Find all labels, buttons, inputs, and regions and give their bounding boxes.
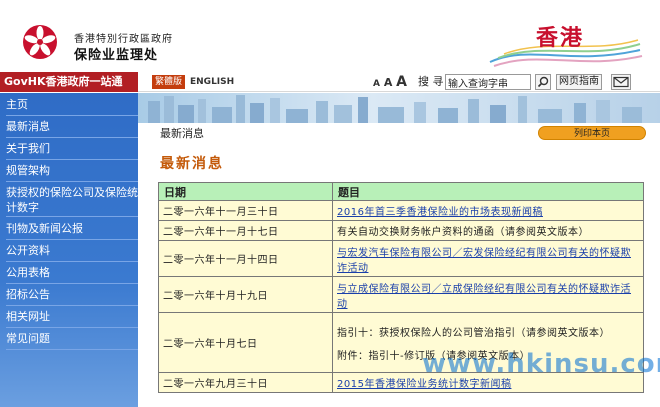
font-size-controls: A A A: [373, 72, 407, 94]
sidebar-item-faq[interactable]: 常见问题: [6, 329, 138, 350]
sidebar-nav: 主页 最新消息 关于我们 规管架构 获授权的保险公司及保险统计数字 刊物及新闻公…: [0, 93, 138, 407]
watermark-text: www.hkinsu.com: [422, 349, 660, 379]
brand-logo-text: 香港: [536, 25, 585, 51]
news-link[interactable]: 2015年香港保险业务统计数字新闻稿: [337, 379, 511, 390]
font-large-button[interactable]: A: [396, 74, 407, 90]
search-button[interactable]: [535, 74, 551, 90]
sidebar-item-home[interactable]: 主页: [6, 95, 138, 116]
search-icon: [537, 76, 549, 88]
row-subject: 与宏发汽车保险有限公司／宏发保险经纪有限公司有关的怀疑欺诈活动: [332, 240, 644, 277]
col-header-subject: 题目: [332, 182, 644, 201]
row-date: 二零一六年九月三十日: [158, 372, 333, 393]
row-date: 二零一六年十一月十七日: [158, 220, 333, 241]
news-link[interactable]: 与宏发汽车保险有限公司／宏发保险经纪有限公司有关的怀疑欺诈活动: [337, 248, 631, 274]
skyline-image: [148, 95, 642, 123]
print-button[interactable]: 列印本页: [538, 126, 646, 140]
govhk-bar: GovHK香港政府一站通 繁體版 ENGLISH A A A 搜 寻 网页指南: [0, 72, 660, 92]
hksar-emblem-icon: [23, 25, 57, 59]
row-date: 二零一六年十一月三十日: [158, 200, 333, 221]
traditional-chinese-link[interactable]: 繁體版: [152, 75, 186, 89]
sidebar-item-links[interactable]: 相关网址: [6, 307, 138, 328]
english-link[interactable]: ENGLISH: [190, 75, 234, 89]
sidebar-item-tenders[interactable]: 招标公告: [6, 285, 138, 306]
govhk-link[interactable]: GovHK香港政府一站通: [0, 72, 138, 92]
sitemap-link[interactable]: 网页指南: [556, 74, 602, 90]
breadcrumb[interactable]: 最新消息: [160, 125, 204, 141]
row-date: 二零一六年十一月十四日: [158, 240, 333, 277]
sidebar-item-about[interactable]: 关于我们: [6, 139, 138, 160]
row-subject: 有关自动交换财务帐户资料的通函（请参阅英文版本）: [332, 220, 644, 241]
mail-icon: [613, 76, 629, 88]
site-header: 香港特別行政區政府 保险业监理处 香港: [0, 0, 660, 72]
row-subject-text: 指引十：获授权保险人的公司管治指引（请参阅英文版本）: [337, 327, 610, 339]
row-subject: 2016年首三季香港保险业的市场表现新闻稿: [332, 200, 644, 221]
table-row: 二零一六年十一月十四日 与宏发汽车保险有限公司／宏发保险经纪有限公司有关的怀疑欺…: [158, 240, 644, 277]
font-small-button[interactable]: A: [373, 79, 380, 89]
mail-button[interactable]: [611, 74, 631, 90]
font-medium-button[interactable]: A: [384, 76, 393, 89]
sidebar-item-authorized-insurers[interactable]: 获授权的保险公司及保险统计数字: [6, 183, 138, 217]
row-date: 二零一六年十月十九日: [158, 276, 333, 313]
row-subject: 与立成保险有限公司／立成保险经纪有限公司有关的怀疑欺诈活动: [332, 276, 644, 313]
dept-subtitle: 香港特別行政區政府: [74, 34, 173, 45]
skyline-banner: [138, 93, 660, 123]
sidebar-item-publications[interactable]: 刊物及新闻公报: [6, 219, 138, 240]
sidebar-item-news[interactable]: 最新消息: [6, 117, 138, 138]
dept-title: 保险业监理处: [74, 48, 159, 63]
table-row: 二零一六年十一月三十日 2016年首三季香港保险业的市场表现新闻稿: [158, 200, 644, 221]
page-title: 最新消息: [160, 156, 224, 172]
search-input[interactable]: [445, 74, 531, 90]
col-header-date: 日期: [158, 182, 333, 201]
sidebar-item-forms[interactable]: 公用表格: [6, 263, 138, 284]
table-header-row: 日期 题目: [158, 182, 644, 201]
search-label: 搜 寻: [418, 75, 444, 88]
table-row: 二零一六年十月十九日 与立成保险有限公司／立成保险经纪有限公司有关的怀疑欺诈活动: [158, 276, 644, 313]
table-row: 二零一六年十一月十七日 有关自动交换财务帐户资料的通函（请参阅英文版本）: [158, 220, 644, 241]
news-link[interactable]: 与立成保险有限公司／立成保险经纪有限公司有关的怀疑欺诈活动: [337, 284, 631, 310]
sidebar-item-public-info[interactable]: 公开资料: [6, 241, 138, 262]
sidebar-item-regulatory[interactable]: 规管架构: [6, 161, 138, 182]
row-date: 二零一六年十月七日: [158, 312, 333, 373]
news-link[interactable]: 2016年首三季香港保险业的市场表现新闻稿: [337, 207, 543, 218]
